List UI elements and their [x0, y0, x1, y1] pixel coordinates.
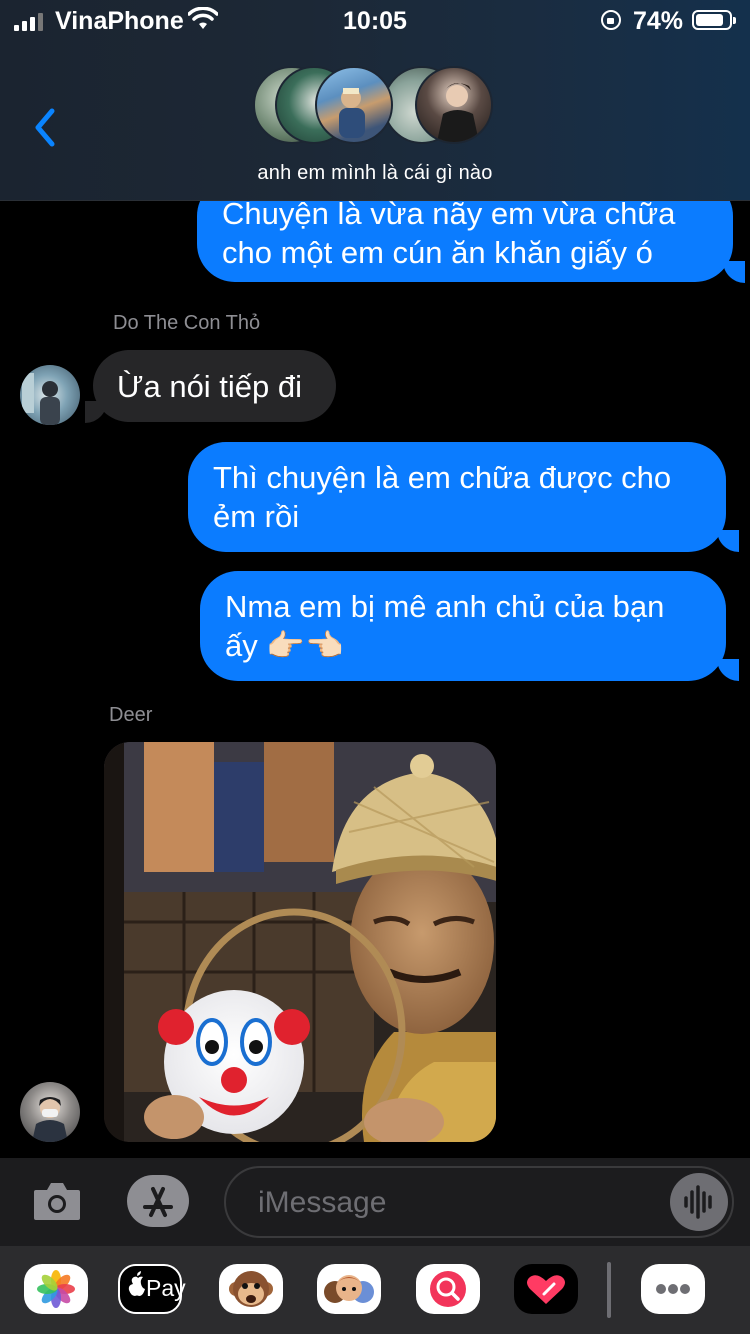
- image-attachment[interactable]: [104, 742, 496, 1142]
- sender-avatar[interactable]: [20, 1082, 80, 1142]
- digital-touch-icon: [527, 1275, 565, 1304]
- photos-app-button[interactable]: [24, 1264, 88, 1314]
- message-line: ẻm rồi: [213, 499, 300, 534]
- apple-pay-label: Pay: [146, 1275, 186, 1301]
- message-line: cho một em cún ăn khăn giấy ó: [222, 235, 653, 270]
- animoji-button[interactable]: [219, 1264, 283, 1314]
- battery-icon: [692, 10, 736, 30]
- animoji-icon: [229, 1271, 273, 1307]
- member-avatar: [315, 66, 393, 144]
- bubble-tail: [723, 261, 745, 283]
- outgoing-message-bubble[interactable]: Nma em bị mê anh chủ của bạn ấy 👉🏻👈🏻: [200, 571, 726, 681]
- message-field[interactable]: [224, 1166, 734, 1238]
- digital-touch-button[interactable]: [514, 1264, 578, 1314]
- message-input[interactable]: [256, 1182, 660, 1224]
- memoji-icon: [324, 1275, 374, 1303]
- back-chevron-icon[interactable]: [30, 105, 60, 150]
- web-images-icon: [430, 1271, 466, 1307]
- status-bar: VinaPhone 10:05 74%: [0, 0, 750, 42]
- bubble-tail: [717, 530, 739, 552]
- sender-name: Deer: [109, 704, 153, 726]
- member-avatar: [415, 66, 493, 144]
- conversation-header: VinaPhone 10:05 74% anh em mình là cái g…: [0, 0, 750, 201]
- message-line: Thì chuyện là em chữa được cho: [213, 460, 672, 495]
- apple-pay-button[interactable]: Pay: [118, 1264, 186, 1314]
- message-line: Ừa nói tiếp đi: [117, 369, 303, 404]
- sender-name: Do The Con Thỏ: [113, 312, 261, 334]
- audio-message-button[interactable]: [670, 1173, 728, 1231]
- sender-avatar[interactable]: [20, 365, 80, 425]
- memoji-button[interactable]: [317, 1264, 381, 1314]
- battery-percentage: 74%: [633, 7, 684, 35]
- group-name[interactable]: anh em mình là cái gì nào: [0, 162, 750, 185]
- message-line: Nma em bị mê anh chủ của bạn: [225, 589, 665, 624]
- message-line: ấy 👉🏻👈🏻: [225, 628, 344, 663]
- drawer-divider: [607, 1262, 611, 1318]
- more-apps-icon: [656, 1284, 690, 1294]
- meme-image: [104, 742, 496, 1142]
- incoming-message-bubble[interactable]: Ừa nói tiếp đi: [93, 350, 336, 422]
- orientation-lock-icon: [601, 10, 621, 30]
- waveform-icon: [684, 1185, 712, 1219]
- web-images-button[interactable]: [416, 1264, 480, 1314]
- group-avatars[interactable]: [253, 66, 498, 146]
- app-store-button[interactable]: [127, 1175, 189, 1227]
- photos-app-icon: [37, 1270, 75, 1308]
- more-apps-button[interactable]: [641, 1264, 705, 1314]
- camera-icon[interactable]: [32, 1180, 82, 1222]
- app-store-icon: [143, 1187, 173, 1217]
- outgoing-message-bubble[interactable]: Thì chuyện là em chữa được cho ẻm rồi: [188, 442, 726, 552]
- bubble-tail: [717, 659, 739, 681]
